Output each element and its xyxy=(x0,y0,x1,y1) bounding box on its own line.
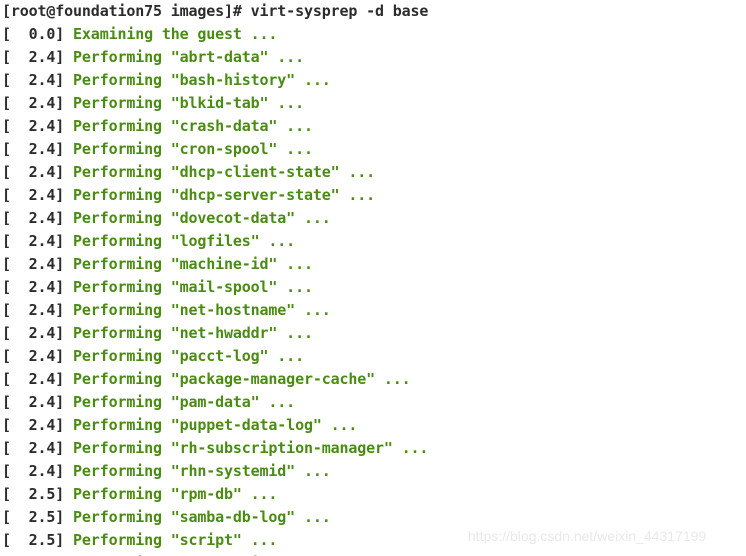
log-timestamp: [ 2.4] xyxy=(2,439,74,457)
log-message: Performing "script" ... xyxy=(73,531,278,549)
log-line: [ 2.4] Performing "pam-data" ... xyxy=(2,391,746,414)
log-line: [ 2.4] Performing "net-hostname" ... xyxy=(2,299,746,322)
log-message: Performing "puppet-data-log" ... xyxy=(73,416,358,434)
log-line: [ 2.4] Performing "abrt-data" ... xyxy=(2,46,746,69)
log-line: [ 2.4] Performing "net-hwaddr" ... xyxy=(2,322,746,345)
log-message: Performing "dhcp-server-state" ... xyxy=(73,186,375,204)
log-message: Performing "bash-history" ... xyxy=(73,71,331,89)
log-message: Performing "pacct-log" ... xyxy=(73,347,304,365)
log-timestamp: [ 2.4] xyxy=(2,232,74,250)
log-message: Performing "machine-id" ... xyxy=(73,255,313,273)
log-line: [ 2.4] Performing "logfiles" ... xyxy=(2,230,746,253)
log-timestamp: [ 2.4] xyxy=(2,48,74,66)
log-timestamp: [ 2.4] xyxy=(2,94,74,112)
log-message: Examining the guest ... xyxy=(73,25,278,43)
log-timestamp: [ 2.4] xyxy=(2,324,74,342)
log-line: [ 2.4] Performing "rhn-systemid" ... xyxy=(2,460,746,483)
log-line: [ 2.4] Performing "dovecot-data" ... xyxy=(2,207,746,230)
log-timestamp: [ 2.5] xyxy=(2,508,74,526)
log-message: Performing "crash-data" ... xyxy=(73,117,313,135)
log-message: Performing "rh-subscription-manager" ... xyxy=(73,439,429,457)
log-timestamp: [ 2.4] xyxy=(2,71,74,89)
terminal-window[interactable]: [root@foundation75 images]# virt-sysprep… xyxy=(0,0,746,556)
log-timestamp: [ 2.4] xyxy=(2,347,74,365)
shell-prompt-line: [root@foundation75 images]# virt-sysprep… xyxy=(2,2,429,20)
log-line: [ 2.4] Performing "rh-subscription-manag… xyxy=(2,437,746,460)
log-line: [ 2.4] Performing "cron-spool" ... xyxy=(2,138,746,161)
log-message: Performing "package-manager-cache" ... xyxy=(73,370,411,388)
log-line: [ 2.4] Performing "crash-data" ... xyxy=(2,115,746,138)
log-message: Performing "pam-data" ... xyxy=(73,393,296,411)
log-line: [ 0.0] Examining the guest ... xyxy=(2,23,746,46)
log-line: [ 2.4] Performing "pacct-log" ... xyxy=(2,345,746,368)
log-timestamp: [ 2.4] xyxy=(2,393,74,411)
log-message: Performing "mail-spool" ... xyxy=(73,278,313,296)
log-line: [ 2.4] Performing "bash-history" ... xyxy=(2,69,746,92)
log-timestamp: [ 2.4] xyxy=(2,301,74,319)
log-line: [ 2.5] Performing "smolt-uuid" ... xyxy=(2,552,746,556)
log-message: Performing "net-hostname" ... xyxy=(73,301,331,319)
log-message: Performing "blkid-tab" ... xyxy=(73,94,304,112)
log-line: [ 2.4] Performing "blkid-tab" ... xyxy=(2,92,746,115)
log-timestamp: [ 2.4] xyxy=(2,255,74,273)
log-timestamp: [ 2.4] xyxy=(2,416,74,434)
log-message: Performing "dhcp-client-state" ... xyxy=(73,163,375,181)
terminal-output-area[interactable]: [root@foundation75 images]# virt-sysprep… xyxy=(2,0,746,556)
log-line: [ 2.4] Performing "dhcp-server-state" ..… xyxy=(2,184,746,207)
log-timestamp: [ 2.4] xyxy=(2,163,74,181)
log-line: [ 2.4] Performing "package-manager-cache… xyxy=(2,368,746,391)
log-message: Performing "dovecot-data" ... xyxy=(73,209,331,227)
log-timestamp: [ 2.4] xyxy=(2,462,74,480)
log-message: Performing "net-hwaddr" ... xyxy=(73,324,313,342)
log-timestamp: [ 2.4] xyxy=(2,278,74,296)
log-line: [ 2.4] Performing "machine-id" ... xyxy=(2,253,746,276)
log-message: Performing "rpm-db" ... xyxy=(73,485,278,503)
log-message: Performing "logfiles" ... xyxy=(73,232,296,250)
log-timestamp: [ 2.5] xyxy=(2,485,74,503)
log-timestamp: [ 2.5] xyxy=(2,531,74,549)
log-line: [ 2.5] Performing "samba-db-log" ... xyxy=(2,506,746,529)
log-timestamp: [ 2.4] xyxy=(2,370,74,388)
log-timestamp: [ 2.4] xyxy=(2,140,74,158)
log-timestamp: [ 2.4] xyxy=(2,117,74,135)
log-message: Performing "cron-spool" ... xyxy=(73,140,313,158)
log-timestamp: [ 0.0] xyxy=(2,25,74,43)
log-timestamp: [ 2.4] xyxy=(2,186,74,204)
log-line: [ 2.5] Performing "rpm-db" ... xyxy=(2,483,746,506)
log-line-list: [ 0.0] Examining the guest ...[ 2.4] Per… xyxy=(2,23,746,556)
log-message: Performing "abrt-data" ... xyxy=(73,48,304,66)
log-line: [ 2.4] Performing "dhcp-client-state" ..… xyxy=(2,161,746,184)
log-message: Performing "samba-db-log" ... xyxy=(73,508,331,526)
log-timestamp: [ 2.4] xyxy=(2,209,74,227)
log-message: Performing "rhn-systemid" ... xyxy=(73,462,331,480)
log-line: [ 2.4] Performing "mail-spool" ... xyxy=(2,276,746,299)
log-line: [ 2.4] Performing "puppet-data-log" ... xyxy=(2,414,746,437)
watermark-text: https://blog.csdn.net/weixin_44317199 xyxy=(468,528,707,544)
